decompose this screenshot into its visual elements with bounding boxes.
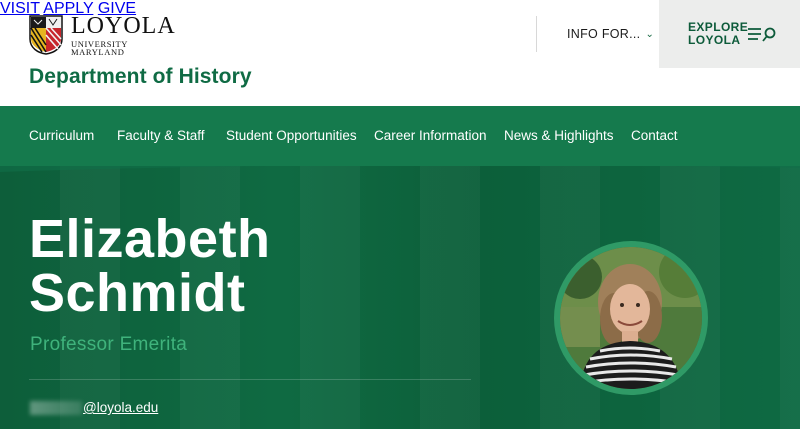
profile-hero: Elizabeth Schmidt Professor Emerita @loy… (0, 166, 800, 429)
first-name: Elizabeth (29, 209, 271, 269)
explore-line2: LOYOLA (688, 33, 741, 47)
nav-info-for[interactable]: INFO FOR... ⌄ (567, 27, 654, 41)
email-domain: @loyola.edu (83, 400, 159, 415)
email-link[interactable]: @loyola.edu (30, 400, 159, 416)
subnav-faculty-staff[interactable]: Faculty & Staff (117, 128, 205, 143)
nav-info-label: INFO FOR... (567, 27, 641, 41)
brand-name: LOYOLA (71, 12, 176, 39)
loyola-logo[interactable]: LOYOLA UNIVERSITY MARYLAND (29, 12, 179, 57)
divider (29, 379, 471, 380)
profile-title: Professor Emerita (30, 334, 188, 355)
subnav-news-highlights[interactable]: News & Highlights (504, 128, 614, 143)
subnav-student-opportunities[interactable]: Student Opportunities (226, 128, 357, 143)
section-nav: Curriculum Faculty & Staff Student Oppor… (0, 106, 800, 166)
subnav-career-information[interactable]: Career Information (374, 128, 487, 143)
subnav-curriculum[interactable]: Curriculum (29, 128, 94, 143)
department-title[interactable]: Department of History (29, 65, 252, 89)
menu-search-icon (747, 26, 779, 42)
redacted-username (30, 401, 82, 416)
crest-icon (29, 15, 63, 55)
top-bar: LOYOLA UNIVERSITY MARYLAND VISIT APPLY G… (0, 0, 800, 68)
chevron-down-icon: ⌄ (645, 29, 655, 40)
explore-loyola-button[interactable]: EXPLORE LOYOLA (659, 0, 800, 68)
last-name: Schmidt (29, 263, 246, 323)
brand-subtitle: UNIVERSITY MARYLAND (71, 38, 128, 57)
profile-name: Elizabeth Schmidt (29, 212, 271, 320)
hero-wave (0, 166, 800, 172)
subnav-contact[interactable]: Contact (631, 128, 678, 143)
nav-divider (536, 16, 537, 52)
profile-photo (560, 247, 702, 389)
